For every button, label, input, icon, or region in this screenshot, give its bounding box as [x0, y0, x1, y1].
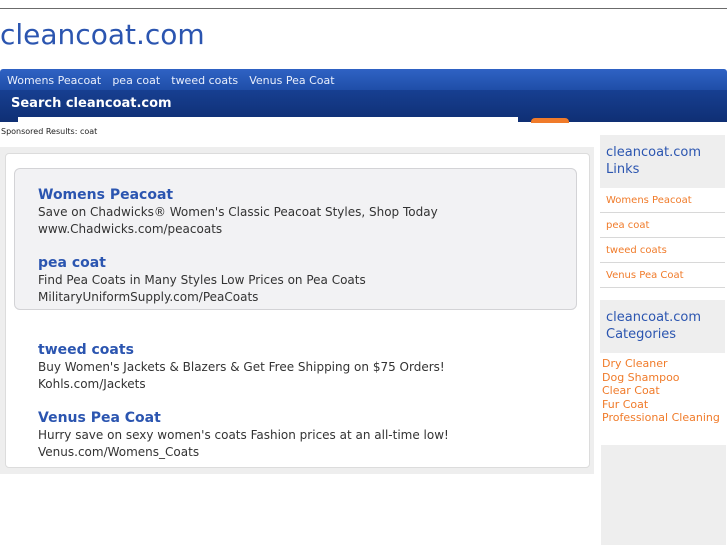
ad-url[interactable]: www.Chadwicks.com/peacoats — [38, 221, 438, 237]
sidebar-link-venus-pea-coat[interactable]: Venus Pea Coat — [600, 263, 725, 288]
sidebar-ad-block — [601, 445, 726, 545]
category-link-dog-shampoo[interactable]: Dog Shampoo — [602, 371, 725, 385]
ad-url[interactable]: MilitaryUniformSupply.com/PeaCoats — [38, 289, 366, 305]
ad-title-link[interactable]: Womens Peacoat — [38, 187, 438, 204]
ad-result: tweed coats Buy Women's Jackets & Blazer… — [38, 342, 445, 392]
sidebar-categories: Dry Cleaner Dog Shampoo Clear Coat Fur C… — [600, 357, 725, 425]
category-link-clear-coat[interactable]: Clear Coat — [602, 384, 725, 398]
sidebar-categories-heading: cleancoat.com Categories — [600, 300, 725, 353]
nav-bar: Womens Peacoat pea coat tweed coats Venu… — [0, 69, 727, 90]
ad-result: pea coat Find Pea Coats in Many Styles L… — [38, 255, 366, 305]
ad-title-link[interactable]: tweed coats — [38, 342, 445, 359]
results-inner-panel: Womens Peacoat Save on Chadwicks® Women'… — [5, 153, 590, 468]
ad-description: Save on Chadwicks® Women's Classic Peaco… — [38, 205, 438, 219]
top-divider — [0, 8, 727, 9]
search-bar: Search cleancoat.com — [0, 90, 727, 123]
nav-item-tweed-coats[interactable]: tweed coats — [171, 74, 238, 87]
ad-description: Find Pea Coats in Many Styles Low Prices… — [38, 273, 366, 287]
ad-url[interactable]: Venus.com/Womens_Coats — [38, 444, 449, 460]
ad-description: Hurry save on sexy women's coats Fashion… — [38, 428, 449, 442]
sidebar-links-heading: cleancoat.com Links — [600, 135, 725, 188]
results-panel: Womens Peacoat Save on Chadwicks® Women'… — [0, 147, 594, 474]
category-link-dry-cleaner[interactable]: Dry Cleaner — [602, 357, 725, 371]
search-input[interactable] — [18, 117, 518, 123]
nav-item-venus-pea-coat[interactable]: Venus Pea Coat — [249, 74, 334, 87]
sponsored-results-label: Sponsored Results: coat — [1, 127, 98, 136]
nav-item-pea-coat[interactable]: pea coat — [112, 74, 160, 87]
category-link-professional-cleaning[interactable]: Professional Cleaning — [602, 411, 725, 425]
ad-result: Venus Pea Coat Hurry save on sexy women'… — [38, 410, 449, 460]
sidebar-link-pea-coat[interactable]: pea coat — [600, 213, 725, 238]
sidebar-link-tweed-coats[interactable]: tweed coats — [600, 238, 725, 263]
sidebar: cleancoat.com Links Womens Peacoat pea c… — [600, 135, 725, 425]
ad-title-link[interactable]: Venus Pea Coat — [38, 410, 449, 427]
nav-item-womens-peacoat[interactable]: Womens Peacoat — [7, 74, 101, 87]
ad-url[interactable]: Kohls.com/Jackets — [38, 376, 445, 392]
ad-title-link[interactable]: pea coat — [38, 255, 366, 272]
ad-result: Womens Peacoat Save on Chadwicks® Women'… — [38, 187, 438, 237]
site-title: cleancoat.com — [0, 18, 205, 51]
sidebar-link-womens-peacoat[interactable]: Womens Peacoat — [600, 188, 725, 213]
sidebar-links: Womens Peacoat pea coat tweed coats Venu… — [600, 188, 725, 288]
ad-description: Buy Women's Jackets & Blazers & Get Free… — [38, 360, 445, 374]
search-label: Search cleancoat.com — [11, 96, 172, 111]
category-link-fur-coat[interactable]: Fur Coat — [602, 398, 725, 412]
search-button[interactable] — [531, 118, 569, 123]
